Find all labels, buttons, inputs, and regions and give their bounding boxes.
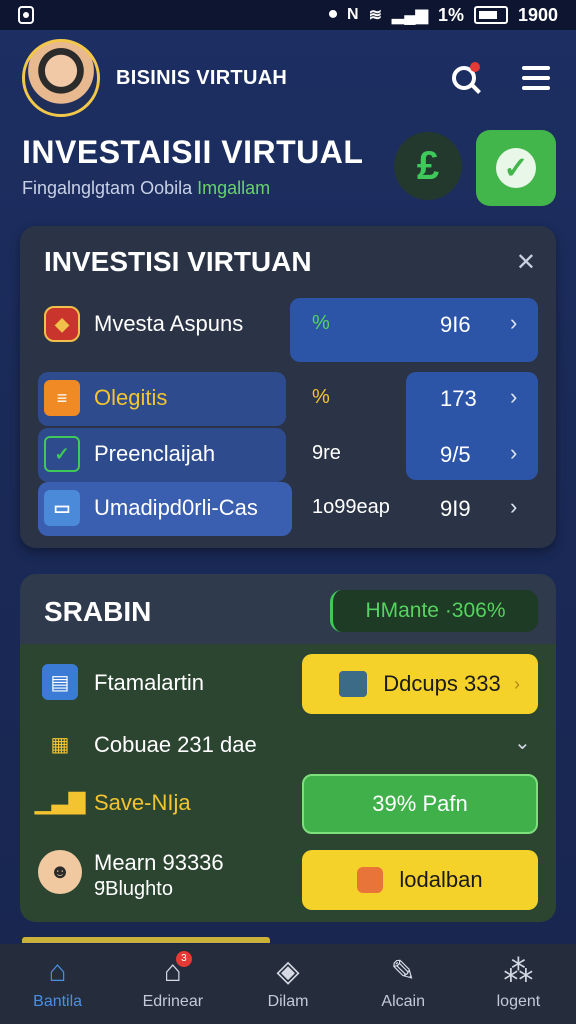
chevron-right-icon: › — [510, 440, 518, 465]
deposit-button-label: Ddcups 333 — [383, 671, 501, 696]
chevron-right-icon: › — [510, 310, 518, 335]
nav-item-store[interactable]: ⌂ 3 Edrinear — [115, 944, 230, 1024]
nav-label: Bantila — [33, 993, 83, 1010]
person-avatar-icon: ☻ — [38, 850, 82, 894]
row-change: 1ᴏ99eap — [312, 496, 390, 518]
invest-panel: INVESTISI VIRTUAN ✕ ◆ Mvesta Aspuns % 9I… — [20, 226, 556, 548]
nav-item-network[interactable]: ⁂ logent — [461, 944, 576, 1024]
row-sublabel: 9̈Blughto — [94, 878, 173, 900]
wifi-icon: ≋ — [368, 7, 382, 24]
app-header: BISINIS VIRTUAH — [22, 38, 554, 118]
list-item[interactable]: ✓ Preenclaijah 9re 9/5 › — [20, 428, 556, 482]
battery-icon — [473, 6, 508, 24]
bottom-nav: ⌂ Bantila ⌂ 3 Edrinear ◈ Dilam ✎ Alcain ⁂… — [0, 944, 576, 1024]
row-change: % — [312, 312, 330, 334]
row-value: 9/5 — [440, 442, 471, 467]
nav-item-home[interactable]: ⌂ Bantila — [0, 944, 115, 1024]
chevron-right-icon: › — [514, 673, 520, 694]
row-label: Ftamalartin — [94, 670, 205, 695]
bar-chart-icon: ▁▃▇ — [34, 789, 86, 814]
partial-card-edge — [22, 937, 270, 943]
home-icon: ⌂ — [48, 955, 67, 988]
store-icon: ⌂ 3 — [164, 951, 192, 987]
edit-icon: ✎ — [390, 955, 416, 988]
row-label: Mvesta Aspuns — [94, 311, 244, 336]
row-change: 9re — [312, 442, 341, 464]
row-label: Save-NIja — [94, 790, 191, 815]
savings-panel-title: SRABIN — [44, 596, 152, 627]
signal-icon: ▂▄▆ — [391, 7, 428, 24]
nav-item-bag[interactable]: ◈ Dilam — [230, 944, 345, 1024]
status-bar: ⏺ N ≋ ▂▄▆ 1% 1900 — [0, 0, 576, 30]
nav-label: Edrinear — [142, 993, 204, 1010]
alarm-icon: ⏺ — [329, 6, 338, 23]
checkbox-icon: ✓ — [44, 436, 80, 472]
row-value: 9I6 — [440, 312, 471, 337]
form-icon: ▤ — [42, 664, 78, 700]
currency-icon: £ — [416, 143, 440, 188]
app-title: BISINIS VIRTUAH — [116, 66, 288, 89]
confirm-button[interactable]: ✓ — [476, 130, 556, 206]
no-signal-icon: N — [347, 6, 359, 23]
location-button[interactable]: lodalban — [302, 850, 538, 910]
row-change: % — [312, 386, 330, 408]
currency-button[interactable]: £ — [394, 132, 462, 200]
row-label: Umadipd0rli-Cas — [94, 495, 258, 520]
subtitle-accent: Imgallam — [197, 178, 271, 198]
nav-label: logent — [496, 993, 541, 1010]
network-icon: ⁂ — [503, 955, 534, 988]
row-value: 173 — [440, 386, 477, 411]
bag-icon: ◈ — [276, 955, 300, 988]
list-item[interactable]: ▭ Umadipd0rli-Cas 1ᴏ99eap 9I9 › — [20, 482, 556, 536]
row-label: Mearn 93336 — [94, 850, 224, 875]
row-label: Olegitis — [94, 385, 168, 410]
chevron-down-icon: ⌄ — [514, 732, 531, 754]
plan-button[interactable]: 39% Pafn — [302, 774, 538, 834]
row-value: 9I9 — [440, 496, 471, 521]
page-title: INVESTAISII VIRTUAL — [22, 134, 364, 170]
plan-button-label: 39% Pafn — [372, 791, 468, 816]
notification-dot — [470, 62, 480, 72]
row-label: Preenclaijah — [94, 441, 216, 466]
chevron-right-icon: › — [510, 494, 518, 519]
page-subtitle: Fingalnglgtam Oobila Imgallam — [22, 178, 270, 199]
board-icon — [339, 671, 368, 697]
clock: 1900 — [517, 4, 558, 25]
document-icon: ≡ — [44, 380, 80, 416]
search-button[interactable] — [446, 60, 482, 96]
row-label: Cobuae 231 dae — [94, 732, 257, 757]
close-icon[interactable]: ✕ — [516, 248, 536, 277]
notification-badge: 3 — [175, 951, 192, 967]
card-icon: ▭ — [44, 490, 80, 526]
app-notification-icon — [18, 6, 34, 24]
basket-icon: ▦ — [50, 733, 70, 756]
list-item[interactable]: ◆ Mvesta Aspuns % 9I6 › — [20, 298, 556, 362]
battery-percent: 1% — [437, 4, 464, 25]
location-button-label: lodalban — [399, 867, 483, 892]
pin-icon — [357, 867, 384, 893]
list-item[interactable]: ▦ Cobuae 231 dae ⌄ — [20, 716, 556, 776]
hamburger-icon — [522, 66, 550, 90]
invest-panel-title: INVESTISI VIRTUAN — [44, 246, 312, 277]
chevron-right-icon: › — [510, 384, 518, 409]
nav-item-edit[interactable]: ✎ Alcain — [346, 944, 461, 1024]
avatar[interactable] — [22, 39, 100, 117]
menu-button[interactable] — [518, 60, 554, 96]
savings-panel: SRABIN HMante ·306% ▤ Ftamalartin Ddcups… — [20, 574, 556, 922]
nav-label: Dilam — [267, 993, 309, 1010]
status-badge: HMante ·306% — [330, 590, 538, 632]
check-icon: ✓ — [496, 148, 536, 188]
deposit-button[interactable]: Ddcups 333 › — [302, 654, 538, 714]
nav-label: Alcain — [381, 993, 425, 1010]
shield-icon: ◆ — [44, 306, 80, 342]
subtitle-main: Fingalnglgtam Oobila — [22, 178, 193, 198]
list-item[interactable]: ≡ Olegitis % 173 › — [20, 372, 556, 480]
